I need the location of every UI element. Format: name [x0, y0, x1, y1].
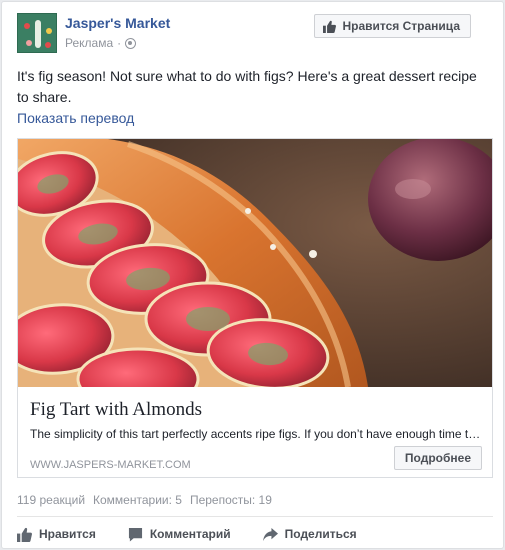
reactions-count[interactable]: 119 реакций: [17, 493, 85, 507]
see-translation-link[interactable]: Показать перевод: [17, 110, 134, 126]
thumbs-up-icon: [323, 20, 337, 33]
page-avatar[interactable]: [17, 13, 57, 53]
globe-icon: [125, 37, 137, 49]
logo-leaf: [35, 20, 41, 48]
link-domain: WWW.JASPERS-MARKET.COM: [30, 459, 191, 471]
logo-dot: [46, 28, 52, 34]
share-label: Поделиться: [284, 527, 357, 541]
thumbs-up-icon: [17, 527, 32, 542]
link-description: The simplicity of this tart perfectly ac…: [30, 427, 481, 441]
post-meta: Реклама ·: [65, 36, 137, 50]
post-stats: 119 реакций Комментарии: 5 Перепосты: 19: [17, 493, 272, 507]
sponsored-post-card: Jasper's Market Реклама · Нравится Стран…: [1, 1, 504, 549]
action-bar: Нравится Комментарий Поделиться: [17, 522, 389, 546]
post-text: It's fig season! Not sure what to do wit…: [17, 68, 477, 105]
share-arrow-icon: [262, 527, 278, 541]
shares-count[interactable]: Перепосты: 19: [190, 493, 272, 507]
logo-dot: [45, 42, 51, 48]
learn-more-button[interactable]: Подробнее: [393, 446, 482, 470]
like-label: Нравится: [39, 527, 96, 541]
meta-separator: ·: [117, 36, 122, 50]
link-title[interactable]: Fig Tart with Almonds: [30, 399, 202, 421]
divider: [17, 516, 493, 517]
share-button[interactable]: Поделиться: [262, 527, 357, 542]
like-page-button[interactable]: Нравится Страница: [314, 14, 471, 38]
like-page-label: Нравится Страница: [342, 19, 460, 33]
sponsored-label[interactable]: Реклама: [65, 36, 113, 50]
like-button[interactable]: Нравится: [17, 527, 96, 542]
link-preview[interactable]: Fig Tart with Almonds The simplicity of …: [17, 138, 493, 478]
page-name-link[interactable]: Jasper's Market: [65, 15, 170, 31]
comment-button[interactable]: Комментарий: [128, 527, 231, 542]
logo-dot: [24, 23, 30, 29]
comment-icon: [128, 527, 142, 542]
comment-label: Комментарий: [149, 527, 231, 541]
logo-dot: [26, 40, 32, 46]
comments-count[interactable]: Комментарии: 5: [93, 493, 182, 507]
fig-tart-image[interactable]: [18, 139, 493, 387]
